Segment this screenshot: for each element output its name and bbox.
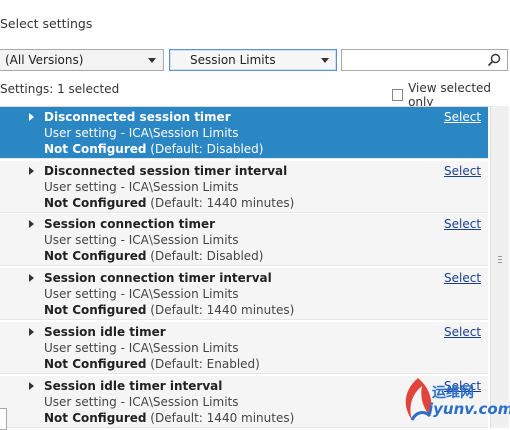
select-link[interactable]: Select bbox=[444, 110, 481, 124]
expand-triangle-icon[interactable] bbox=[29, 113, 34, 121]
watermark-text-1: 运维网 bbox=[432, 385, 474, 401]
version-dropdown[interactable]: (All Versions) bbox=[0, 49, 164, 71]
setting-state-default: (Default: 1440 minutes) bbox=[146, 410, 295, 425]
setting-state: Not Configured (Default: 1440 minutes) bbox=[44, 196, 294, 210]
setting-state: Not Configured (Default: 1440 minutes) bbox=[44, 303, 294, 317]
setting-name: Session connection timer interval bbox=[44, 271, 272, 286]
setting-name: Disconnected session timer interval bbox=[44, 163, 288, 178]
setting-state-value: Not Configured bbox=[44, 249, 147, 264]
watermark-logo: 运维网 iyunv.com bbox=[398, 376, 510, 426]
select-link[interactable]: Select bbox=[444, 164, 481, 178]
setting-state-default: (Default: Disabled) bbox=[146, 249, 264, 264]
setting-state: Not Configured (Default: Disabled) bbox=[44, 249, 263, 263]
chevron-down-icon bbox=[148, 58, 156, 63]
view-selected-only-toggle[interactable]: View selected only bbox=[392, 81, 510, 109]
setting-name: Session idle timer interval bbox=[44, 378, 223, 393]
setting-path: User setting - ICA\Session Limits bbox=[44, 287, 239, 302]
expand-triangle-icon[interactable] bbox=[29, 220, 34, 229]
setting-row[interactable]: Session idle timer User setting - ICA\Ses… bbox=[0, 321, 488, 374]
setting-name: Session connection timer bbox=[44, 217, 216, 232]
setting-row[interactable]: Session connection timer interval User se… bbox=[0, 268, 488, 321]
setting-state-value: Not Configured bbox=[44, 356, 147, 371]
setting-state-default: (Default: Disabled) bbox=[146, 142, 264, 156]
setting-row[interactable]: Disconnected session timer interval User … bbox=[0, 160, 488, 213]
setting-state-default: (Default: Enabled) bbox=[146, 356, 260, 371]
bottom-left-control bbox=[0, 408, 7, 430]
version-dropdown-value: (All Versions) bbox=[5, 53, 84, 67]
search-input[interactable] bbox=[341, 49, 508, 71]
setting-row[interactable]: Session connection timer User setting - I… bbox=[0, 214, 488, 267]
search-icon[interactable] bbox=[487, 53, 501, 67]
setting-state-default: (Default: 1440 minutes) bbox=[146, 195, 295, 210]
expand-triangle-icon[interactable] bbox=[29, 327, 34, 336]
setting-state-value: Not Configured bbox=[44, 142, 147, 156]
setting-state: Not Configured (Default: Disabled) bbox=[44, 142, 263, 156]
settings-count: Settings: 1 selected bbox=[0, 82, 120, 96]
setting-name: Disconnected session timer bbox=[44, 110, 231, 124]
expand-triangle-icon[interactable] bbox=[29, 274, 34, 283]
category-dropdown-value: Session Limits bbox=[190, 53, 276, 67]
setting-state-value: Not Configured bbox=[44, 410, 147, 425]
category-dropdown[interactable]: Session Limits bbox=[169, 49, 337, 71]
setting-state-default: (Default: 1440 minutes) bbox=[146, 303, 295, 318]
select-link[interactable]: Select bbox=[444, 217, 481, 231]
setting-path: User setting - ICA\Session Limits bbox=[44, 340, 239, 355]
setting-name: Session idle timer bbox=[44, 324, 166, 339]
setting-row[interactable]: Disconnected session timer User setting -… bbox=[0, 107, 488, 159]
select-link[interactable]: Select bbox=[444, 271, 481, 285]
setting-path: User setting - ICA\Session Limits bbox=[44, 233, 239, 248]
setting-path: User setting - ICA\Session Limits bbox=[44, 179, 239, 194]
setting-state: Not Configured (Default: 1440 minutes) bbox=[44, 411, 294, 425]
scrollbar-grip[interactable] bbox=[498, 256, 502, 264]
chevron-down-icon bbox=[321, 58, 329, 63]
dialog-title: Select settings bbox=[0, 16, 93, 31]
watermark-text-2: iyunv.com bbox=[428, 400, 510, 418]
view-selected-only-label: View selected only bbox=[408, 81, 492, 109]
expand-triangle-icon[interactable] bbox=[29, 381, 34, 390]
setting-state: Not Configured (Default: Enabled) bbox=[44, 357, 260, 371]
expand-triangle-icon[interactable] bbox=[29, 166, 34, 175]
checkbox[interactable] bbox=[392, 89, 404, 101]
setting-state-value: Not Configured bbox=[44, 303, 147, 318]
select-link[interactable]: Select bbox=[444, 325, 481, 339]
setting-path: User setting - ICA\Session Limits bbox=[44, 394, 239, 409]
setting-state-value: Not Configured bbox=[44, 195, 147, 210]
setting-path: User setting - ICA\Session Limits bbox=[44, 126, 239, 140]
